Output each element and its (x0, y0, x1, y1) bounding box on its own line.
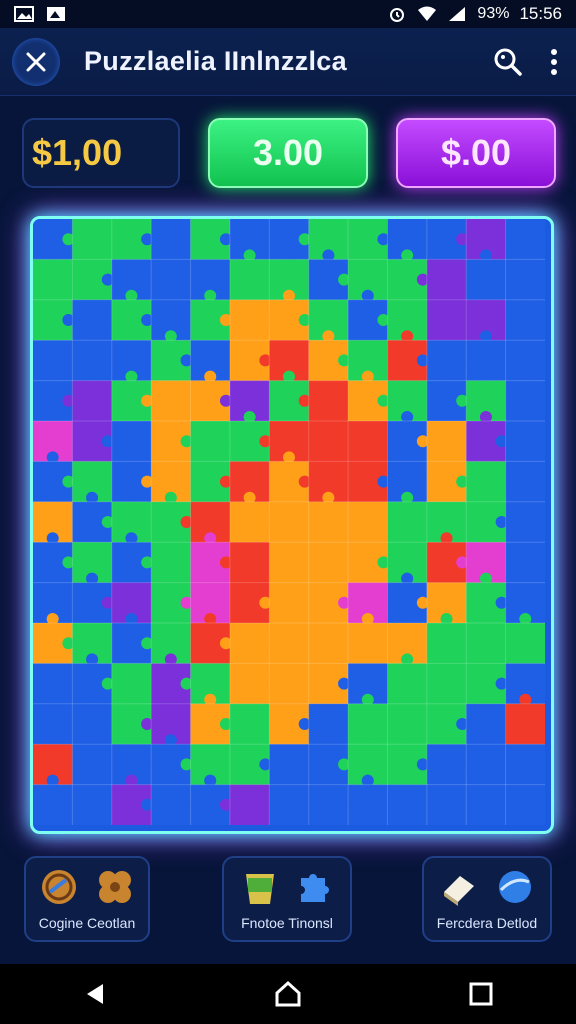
puzzle-piece[interactable] (308, 784, 349, 825)
back-icon[interactable] (83, 982, 107, 1006)
tools-row: Cogine Ceotlan Fnotoe Tinonsl Fercdera D… (22, 856, 554, 942)
wifi-icon (418, 6, 437, 21)
eraser-icon (444, 876, 474, 906)
puzzle-piece[interactable] (151, 784, 192, 825)
score-row: $1,00 3.00 $.00 (22, 118, 556, 188)
puzzle-board[interactable] (30, 216, 554, 834)
puzzle-piece[interactable] (505, 784, 545, 825)
tool-label-2: Fnotoe Tinonsl (241, 915, 333, 931)
system-nav-bar (0, 964, 576, 1024)
bucket-icon (246, 874, 274, 904)
tool-label-1: Cogine Ceotlan (38, 915, 136, 931)
tool-button-2[interactable]: Fnotoe Tinonsl (222, 856, 352, 942)
close-button[interactable] (12, 37, 60, 86)
puzzle-piece[interactable] (505, 703, 545, 745)
alarm-icon (390, 8, 405, 22)
home-icon[interactable] (274, 980, 302, 1008)
waffle-icon (99, 871, 131, 903)
puzzle-piece-icon (301, 874, 329, 902)
tool-button-3[interactable]: Fercdera Detlod (422, 856, 552, 942)
status-bar: 93% 15:56 (0, 0, 576, 28)
purple-score-button[interactable]: $.00 (396, 118, 556, 188)
puzzle-piece[interactable] (505, 461, 545, 503)
puzzle-piece[interactable] (505, 299, 545, 341)
puzzle-piece[interactable] (72, 784, 113, 825)
signal-icon (449, 7, 466, 21)
tool-label-3: Fercdera Detlod (436, 915, 538, 931)
battery-text: 93% (477, 5, 510, 22)
puzzle-piece[interactable] (229, 784, 270, 825)
puzzle-piece[interactable] (505, 380, 545, 422)
recents-icon[interactable] (469, 982, 493, 1006)
close-icon (26, 52, 46, 71)
puzzle-piece[interactable] (505, 219, 545, 260)
puzzle-piece[interactable] (466, 784, 507, 825)
puzzle-grid[interactable] (33, 219, 545, 825)
image-notification-icon (14, 6, 34, 22)
globe-icon (499, 871, 531, 903)
clock-text: 15:56 (519, 4, 562, 23)
tool-button-1[interactable]: Cogine Ceotlan (24, 856, 150, 942)
search-icon[interactable] (492, 46, 524, 78)
app-title: Puzzlaelia IInlnzzlca (84, 46, 347, 76)
green-score-button[interactable]: 3.00 (208, 118, 368, 188)
cookie-icon (42, 870, 76, 904)
puzzle-piece[interactable] (505, 542, 545, 584)
balance-display: $1,00 (22, 118, 180, 188)
more-options-icon[interactable] (550, 48, 558, 76)
app-bar: Puzzlaelia IInlnzzlca (0, 28, 576, 96)
puzzle-piece[interactable] (387, 784, 428, 825)
puzzle-piece[interactable] (505, 623, 545, 664)
gallery-notification-icon (47, 7, 65, 21)
